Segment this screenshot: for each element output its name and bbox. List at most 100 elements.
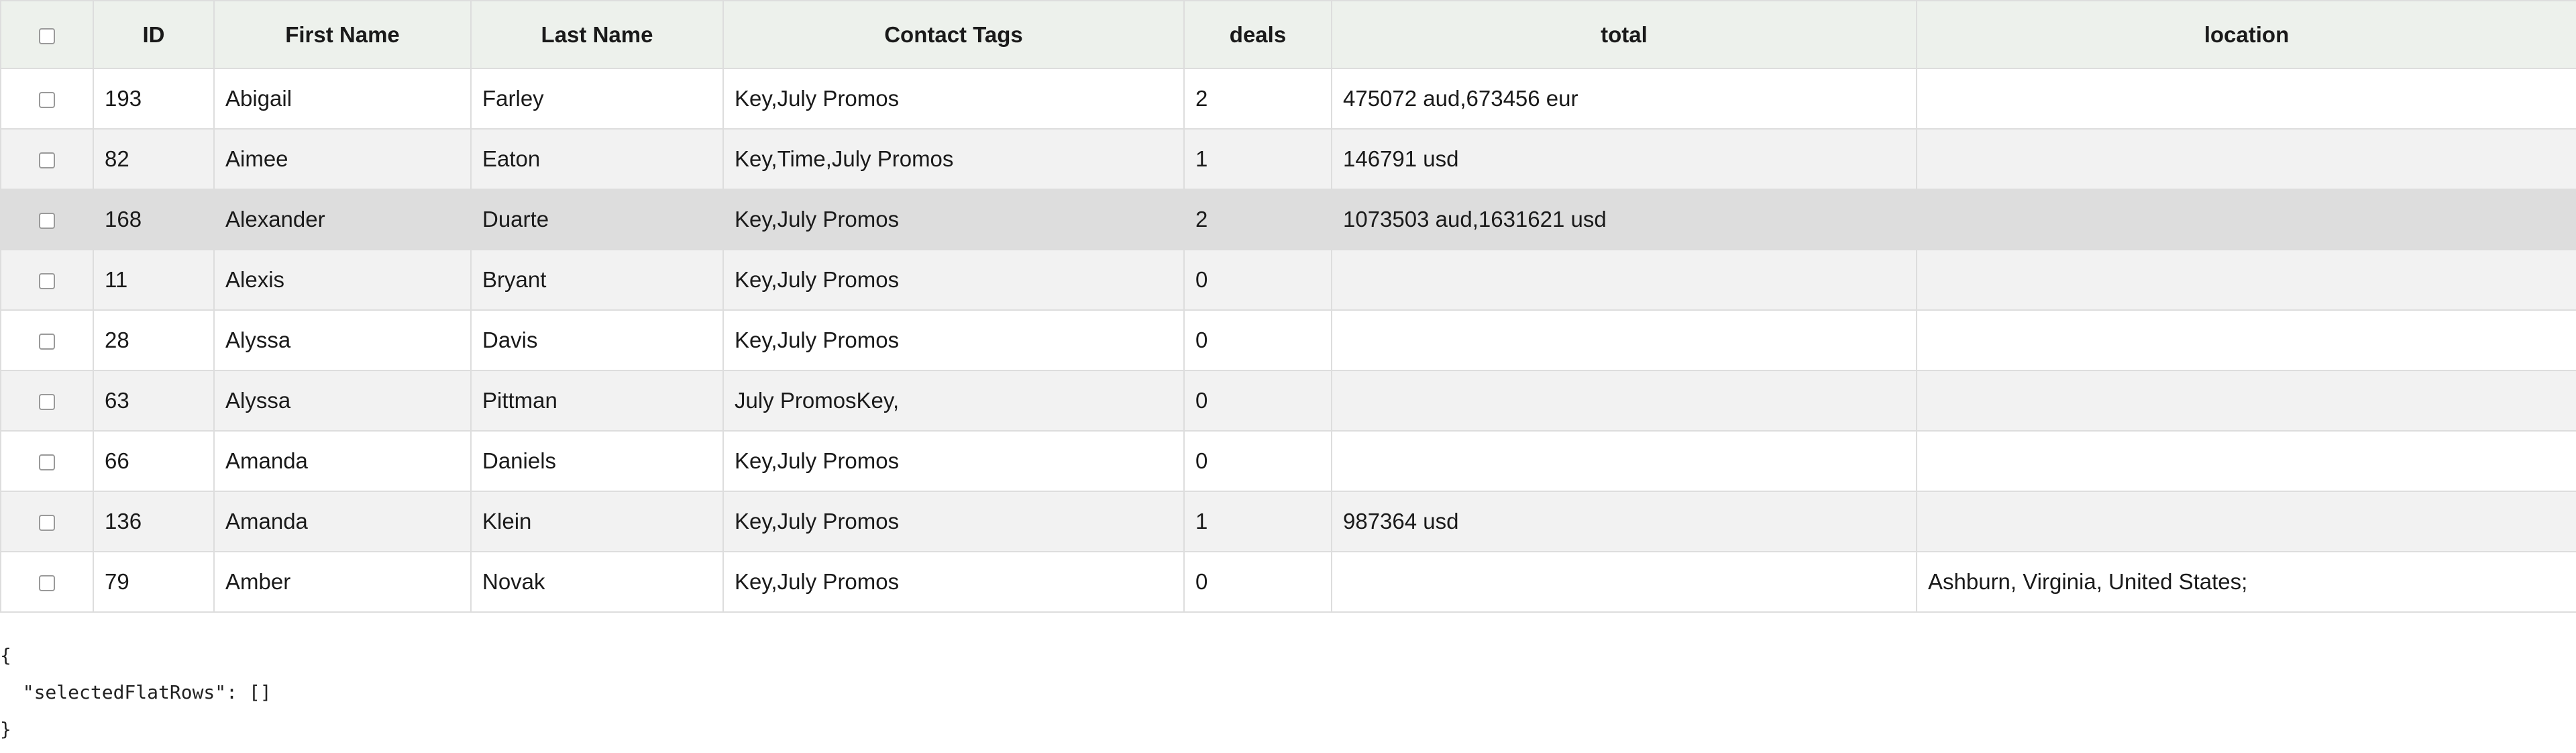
row-select-cell	[0, 370, 94, 432]
cell-total: 146791 usd	[1331, 128, 1917, 190]
row-select-cell	[0, 551, 94, 613]
cell-last-name: Pittman	[470, 370, 724, 432]
cell-total	[1331, 370, 1917, 432]
cell-deals: 1	[1183, 491, 1332, 552]
cell-deals: 2	[1183, 189, 1332, 250]
cell-id: 193	[93, 68, 215, 130]
cell-contact-tags: Key,July Promos	[722, 309, 1185, 371]
cell-total: 475072 aud,673456 eur	[1331, 68, 1917, 130]
cell-last-name: Davis	[470, 309, 724, 371]
cell-contact-tags: Key,July Promos	[722, 189, 1185, 250]
column-header-last-name[interactable]: Last Name	[470, 0, 724, 69]
column-header-total[interactable]: total	[1331, 0, 1917, 69]
cell-contact-tags: Key,July Promos	[722, 491, 1185, 552]
column-header-first-name[interactable]: First Name	[213, 0, 472, 69]
cell-location	[1916, 491, 2576, 552]
table-body: 193 Abigail Farley Key,July Promos 2 475…	[0, 68, 2576, 613]
row-select-checkbox[interactable]	[39, 454, 55, 471]
table-row[interactable]: 193 Abigail Farley Key,July Promos 2 475…	[0, 68, 2576, 130]
cell-id: 66	[93, 430, 215, 492]
cell-location	[1916, 309, 2576, 371]
cell-contact-tags: Key,July Promos	[722, 430, 1185, 492]
cell-last-name: Daniels	[470, 430, 724, 492]
table-row[interactable]: 66 Amanda Daniels Key,July Promos 0	[0, 430, 2576, 492]
cell-location	[1916, 370, 2576, 432]
cell-deals: 0	[1183, 370, 1332, 432]
cell-contact-tags: Key,July Promos	[722, 249, 1185, 311]
cell-first-name: Alexander	[213, 189, 472, 250]
cell-contact-tags: Key,July Promos	[722, 68, 1185, 130]
row-select-checkbox[interactable]	[39, 515, 55, 532]
row-select-checkbox[interactable]	[39, 213, 55, 230]
cell-deals: 0	[1183, 430, 1332, 492]
cell-location	[1916, 249, 2576, 311]
cell-first-name: Alyssa	[213, 309, 472, 371]
select-all-header	[0, 0, 94, 69]
row-select-checkbox[interactable]	[39, 575, 55, 592]
row-select-cell	[0, 491, 94, 552]
cell-contact-tags: July PromosKey,	[722, 370, 1185, 432]
cell-contact-tags: Key,July Promos	[722, 551, 1185, 613]
cell-first-name: Aimee	[213, 128, 472, 190]
cell-id: 82	[93, 128, 215, 190]
cell-total: 1073503 aud,1631621 usd	[1331, 189, 1917, 250]
table-row[interactable]: 11 Alexis Bryant Key,July Promos 0	[0, 249, 2576, 311]
cell-id: 11	[93, 249, 215, 311]
select-all-checkbox[interactable]	[39, 28, 55, 44]
column-header-id[interactable]: ID	[93, 0, 215, 69]
table-row[interactable]: 168 Alexander Duarte Key,July Promos 2 1…	[0, 189, 2576, 250]
cell-id: 136	[93, 491, 215, 552]
row-select-checkbox[interactable]	[39, 273, 55, 290]
cell-first-name: Alyssa	[213, 370, 472, 432]
cell-first-name: Alexis	[213, 249, 472, 311]
table-header: ID First Name Last Name Contact Tags dea…	[0, 0, 2576, 69]
row-select-cell	[0, 430, 94, 492]
cell-last-name: Farley	[470, 68, 724, 130]
cell-first-name: Amber	[213, 551, 472, 613]
row-select-cell	[0, 249, 94, 311]
state-line-open: {	[0, 644, 11, 666]
state-line-close: }	[0, 718, 11, 740]
table-row[interactable]: 28 Alyssa Davis Key,July Promos 0	[0, 309, 2576, 371]
cell-location	[1916, 189, 2576, 250]
cell-first-name: Abigail	[213, 68, 472, 130]
cell-deals: 2	[1183, 68, 1332, 130]
table-row[interactable]: 136 Amanda Klein Key,July Promos 1 98736…	[0, 491, 2576, 552]
row-select-cell	[0, 128, 94, 190]
cell-location: Ashburn, Virginia, United States;	[1916, 551, 2576, 613]
cell-deals: 0	[1183, 551, 1332, 613]
cell-deals: 1	[1183, 128, 1332, 190]
row-select-checkbox[interactable]	[39, 334, 55, 350]
cell-first-name: Amanda	[213, 491, 472, 552]
row-select-checkbox[interactable]	[39, 92, 55, 109]
cell-location	[1916, 128, 2576, 190]
table-row[interactable]: 63 Alyssa Pittman July PromosKey, 0	[0, 370, 2576, 432]
cell-total: 987364 usd	[1331, 491, 1917, 552]
cell-id: 63	[93, 370, 215, 432]
state-line-selected-flat-rows: "selectedFlatRows": []	[0, 681, 272, 703]
cell-id: 79	[93, 551, 215, 613]
row-select-cell	[0, 309, 94, 371]
cell-last-name: Klein	[470, 491, 724, 552]
column-header-deals[interactable]: deals	[1183, 0, 1332, 69]
column-header-contact-tags[interactable]: Contact Tags	[722, 0, 1185, 69]
row-select-checkbox[interactable]	[39, 152, 55, 169]
row-select-cell	[0, 189, 94, 250]
cell-location	[1916, 430, 2576, 492]
cell-last-name: Duarte	[470, 189, 724, 250]
row-select-checkbox[interactable]	[39, 394, 55, 411]
column-header-location[interactable]: location	[1916, 0, 2576, 69]
table-row[interactable]: 79 Amber Novak Key,July Promos 0 Ashburn…	[0, 551, 2576, 613]
cell-last-name: Eaton	[470, 128, 724, 190]
cell-contact-tags: Key,Time,July Promos	[722, 128, 1185, 190]
cell-total	[1331, 430, 1917, 492]
cell-total	[1331, 551, 1917, 613]
header-row: ID First Name Last Name Contact Tags dea…	[0, 0, 2576, 69]
contacts-table: ID First Name Last Name Contact Tags dea…	[0, 0, 2576, 613]
cell-id: 28	[93, 309, 215, 371]
cell-total	[1331, 309, 1917, 371]
cell-deals: 0	[1183, 309, 1332, 371]
row-select-cell	[0, 68, 94, 130]
selected-rows-state-output: { "selectedFlatRows": [] }	[0, 613, 2576, 748]
table-row[interactable]: 82 Aimee Eaton Key,Time,July Promos 1 14…	[0, 128, 2576, 190]
